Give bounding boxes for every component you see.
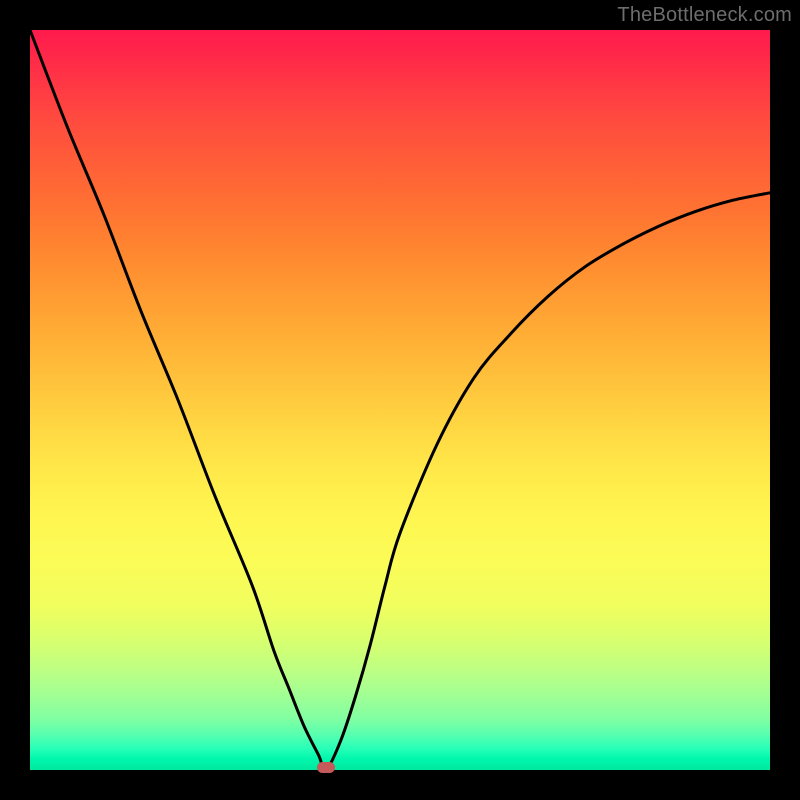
watermark-text: TheBottleneck.com bbox=[617, 4, 792, 27]
optimum-marker bbox=[317, 762, 335, 773]
bottleneck-curve-path bbox=[30, 30, 770, 770]
curve-svg bbox=[30, 30, 770, 770]
chart-frame: TheBottleneck.com bbox=[0, 0, 800, 800]
plot-area bbox=[30, 30, 770, 770]
